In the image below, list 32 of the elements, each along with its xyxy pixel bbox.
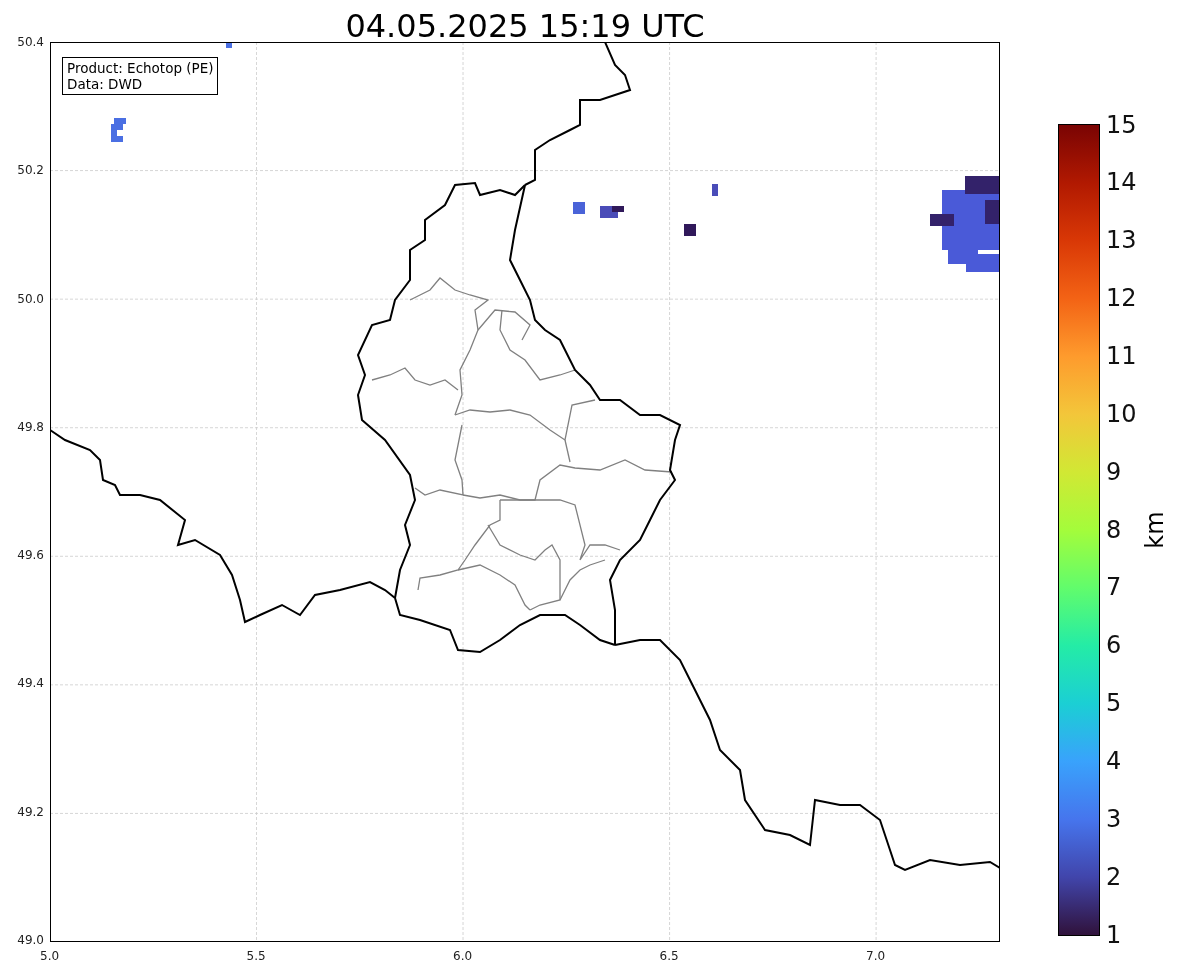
info-text: Product: Echotop (PE): [67, 60, 214, 76]
x-tick-label: 6.0: [453, 949, 473, 963]
x-tick-label: 6.5: [659, 949, 679, 963]
y-tick-label: 49.0: [17, 933, 44, 947]
y-tick-label: 50.2: [17, 163, 44, 178]
y-tick-label: 50.4: [17, 35, 44, 49]
colorbar-tick-label: 14: [1106, 170, 1137, 195]
y-tick-label: 49.6: [17, 548, 44, 563]
x-tick-label: 5.0: [40, 949, 60, 963]
colorbar-tick-label: 1: [1106, 922, 1122, 947]
colorbar-tick-label: 10: [1106, 401, 1137, 426]
colorbar-tick-label: 2: [1106, 864, 1122, 889]
colorbar-tick-label: 15: [1106, 112, 1137, 137]
x-tick-label: 5.5: [246, 949, 266, 963]
info-text: Data: DWD: [67, 76, 144, 92]
colorbar-tick-label: 12: [1106, 286, 1137, 311]
colorbar-tick-label: 8: [1106, 517, 1122, 542]
chart-title: 04.05.2025 15:19 UTC: [344, 6, 706, 42]
colorbar-tick-label: 6: [1106, 633, 1122, 658]
colorbar-tick-label: 3: [1106, 806, 1122, 831]
y-tick-label: 49.8: [17, 419, 44, 434]
y-tick-label: 49.4: [17, 676, 44, 691]
colorbar-tick-label: 9: [1106, 459, 1122, 484]
colorbar-tick-label: 4: [1106, 748, 1122, 773]
colorbar-tick-label: 5: [1106, 691, 1122, 716]
y-tick-label: 50.0: [17, 291, 44, 306]
colorbar-tick-label: 11: [1106, 343, 1137, 368]
colorbar-tick-label: 7: [1106, 575, 1122, 600]
colorbar-label: km: [1140, 510, 1169, 549]
y-tick-label: 49.2: [17, 804, 44, 819]
colorbar-tick-label: 13: [1106, 228, 1137, 253]
x-tick-label: 7.0: [866, 949, 886, 963]
